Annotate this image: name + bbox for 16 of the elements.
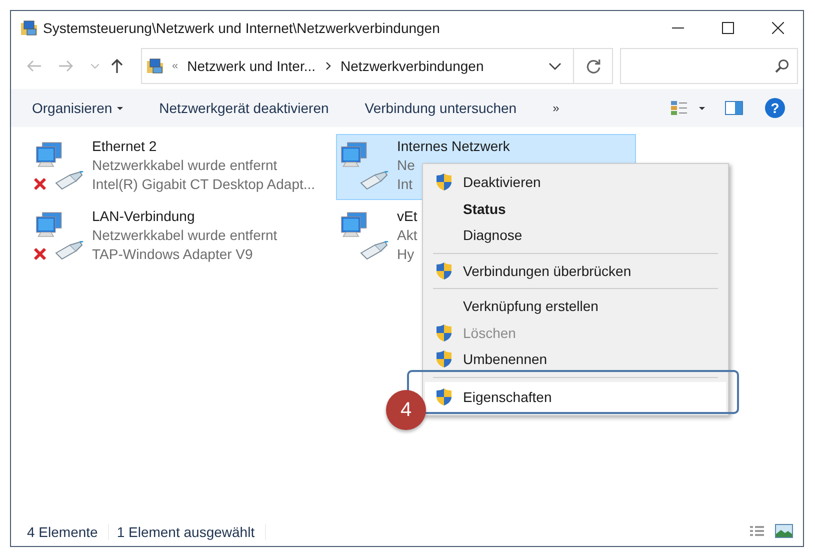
adapter-name: TAP-Windows Adapter V9 [92,246,253,262]
connection-name: LAN-Verbindung [92,208,195,224]
adapter-name: Hy [397,246,414,262]
adapter-name: Int [397,176,413,192]
connection-status: Netzwerkkabel wurde entfernt [92,157,278,173]
selection-count: 1 Element ausgewählt [116,524,266,540]
connection-status: Netzwerkkabel wurde entfernt [92,227,278,243]
connection-name: vEt [397,208,418,224]
step-badge: 4 [386,390,426,430]
item-count: 4 Elemente [27,524,109,540]
window-title: Systemsteuerung\Netzwerk und Internet\Netzwerkverbindungen [43,20,440,36]
connection-name: Ethernet 2 [92,138,157,154]
connection-status: Akt [397,227,418,243]
connection-status: Ne [397,157,415,173]
connection-name: Internes Netzwerk [397,138,510,154]
adapter-name: Intel(R) Gigabit CT Desktop Adapt... [92,176,316,192]
